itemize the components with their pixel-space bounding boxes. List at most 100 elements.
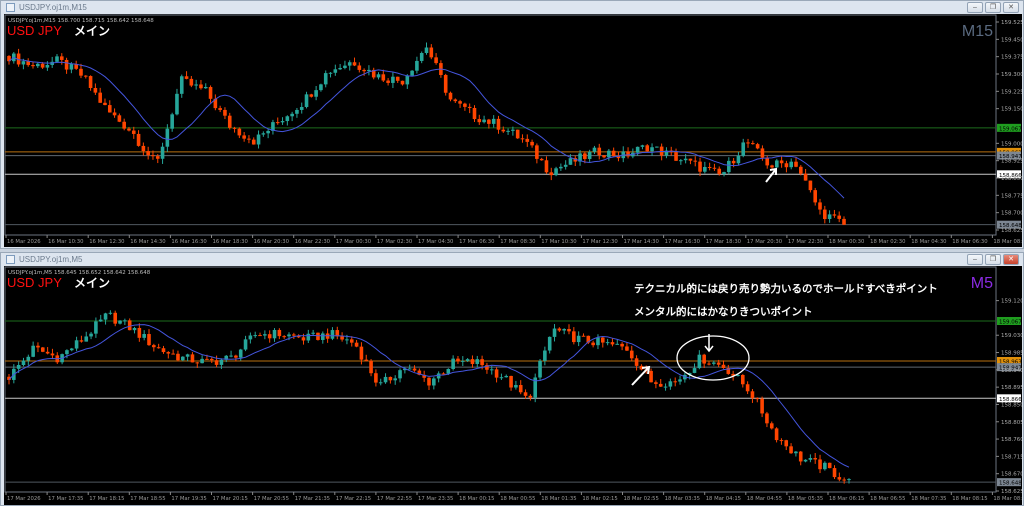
candle-body	[572, 331, 576, 343]
restore-button[interactable]: ❐	[985, 2, 1001, 13]
candle-body	[84, 336, 89, 342]
chart-window-icon	[6, 3, 15, 12]
candle-body	[141, 145, 146, 152]
candle-body	[357, 65, 362, 70]
candle-body	[446, 369, 451, 374]
candle-body	[683, 158, 688, 161]
candle-body	[362, 69, 366, 72]
candle-body	[525, 138, 530, 142]
candle-body	[112, 112, 117, 116]
minimize-button[interactable]: –	[967, 2, 983, 13]
candle-body	[272, 329, 277, 339]
candle-body	[103, 313, 108, 320]
title-bar[interactable]: USDJPY.oj1m,M15 – ❐ ✕	[1, 1, 1023, 14]
time-axis-label: 18 Mar 02:15	[582, 496, 617, 502]
candle-body	[494, 369, 499, 378]
time-axis-label: 17 Mar 22:30	[788, 239, 824, 245]
candle-body	[703, 166, 707, 172]
candle-body	[460, 360, 465, 362]
candle-body	[304, 94, 309, 107]
candle-body	[107, 105, 112, 113]
candle-body	[514, 385, 518, 388]
candle-body	[405, 75, 410, 85]
time-axis-label: 18 Mar 04:15	[706, 496, 741, 502]
time-axis-label: 18 Mar 00:55	[500, 496, 535, 502]
candle-body	[673, 381, 678, 383]
candle-body	[152, 345, 156, 348]
candle-body	[160, 146, 165, 159]
candle-body	[359, 346, 364, 360]
candle-body	[314, 90, 318, 97]
candle-body	[166, 352, 171, 354]
candle-body	[549, 172, 554, 176]
candle-body	[509, 375, 513, 388]
candle-body	[395, 76, 400, 81]
candle-body	[496, 118, 501, 130]
candle-body	[345, 339, 349, 341]
candle-body	[79, 68, 83, 76]
chart-label: メイン	[74, 276, 110, 290]
title-bar[interactable]: USDJPY.oj1m,M5 – ❐ ✕	[1, 253, 1023, 266]
close-button[interactable]: ✕	[1003, 2, 1019, 13]
time-axis-label: 18 Mar 00:15	[459, 496, 494, 502]
candle-body	[184, 76, 189, 79]
time-axis-label: 17 Mar 14:30	[624, 239, 660, 245]
candle-body	[93, 87, 98, 93]
candle-body	[194, 84, 198, 86]
candle-body	[156, 347, 161, 349]
candle-body	[654, 382, 658, 384]
candle-body	[808, 180, 813, 191]
candle-body	[475, 359, 480, 364]
candle-body	[330, 330, 335, 339]
chart-window-icon	[6, 255, 15, 264]
candle-body	[251, 139, 256, 145]
time-axis-label: 16 Mar 22:30	[295, 239, 331, 245]
candle-body	[736, 155, 741, 164]
candle-body	[538, 360, 542, 378]
candle-body	[707, 166, 712, 168]
candle-body	[813, 190, 818, 203]
candle-body	[214, 360, 219, 365]
candle-body	[774, 428, 779, 441]
candle-body	[118, 320, 122, 324]
candle-body	[755, 144, 760, 149]
candle-body	[784, 163, 789, 168]
candle-body	[477, 119, 482, 123]
candle-body	[69, 348, 74, 351]
candle-body	[180, 356, 185, 361]
time-axis-label: 18 Mar 05:35	[788, 496, 823, 502]
timeframe-label: M5	[971, 275, 993, 292]
close-button[interactable]: ✕	[1003, 254, 1019, 265]
price-axis-label: 158.670	[1001, 472, 1022, 478]
candle-body	[248, 335, 253, 340]
candle-body	[21, 61, 26, 65]
m15-chart[interactable]: 159.067158.963158.947158.866158.648159.5…	[4, 14, 1022, 247]
candle-body	[842, 479, 846, 481]
candle-body	[727, 160, 731, 173]
candle-body	[122, 121, 126, 129]
candle-body	[261, 133, 266, 135]
candle-body	[592, 147, 597, 152]
candle-body	[98, 92, 102, 103]
candle-body	[295, 109, 299, 114]
minimize-button[interactable]: –	[967, 254, 983, 265]
candle-body	[79, 340, 84, 342]
candle-body	[349, 339, 354, 343]
candle-body	[374, 373, 378, 383]
candle-body	[717, 168, 722, 175]
candle-body	[412, 368, 417, 371]
candle-body	[557, 328, 562, 331]
restore-button[interactable]: ❐	[985, 254, 1001, 265]
candle-body	[789, 446, 793, 454]
candle-body	[45, 351, 50, 354]
candle-body	[227, 115, 232, 128]
candle-body	[386, 80, 390, 83]
candle-body	[658, 383, 663, 387]
candle-body	[189, 78, 194, 86]
candle-body	[316, 332, 320, 340]
m5-chart[interactable]: 159.067158.963158.947158.866158.648159.1…	[4, 266, 1022, 505]
time-axis-label: 18 Mar 08:30	[993, 239, 1022, 245]
time-axis-label: 17 Mar 04:30	[418, 239, 454, 245]
candle-body	[89, 333, 93, 337]
time-axis-label: 17 Mar 08:30	[500, 239, 536, 245]
